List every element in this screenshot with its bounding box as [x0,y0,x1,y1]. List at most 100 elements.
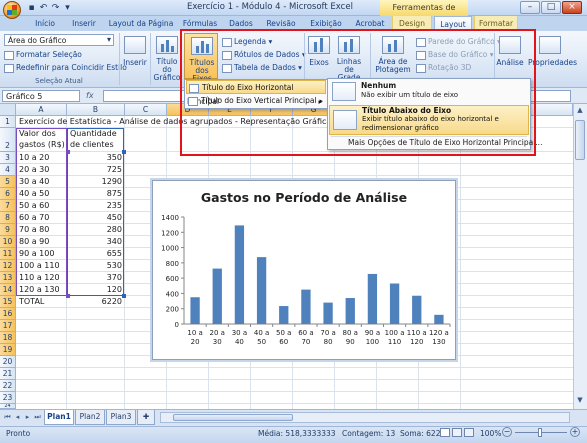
row-header[interactable]: 2 [0,128,16,152]
row-header[interactable]: 15 [0,296,16,308]
total-label[interactable]: TOTAL [19,296,44,308]
prev-sheet-icon[interactable]: ◂ [13,412,22,422]
zoom-slider-thumb[interactable] [538,428,542,437]
row-header[interactable]: 11 [0,248,16,260]
row-header[interactable]: 1 [0,116,16,128]
row-header[interactable]: 14 [0,284,16,296]
row-header[interactable]: 12 [0,260,16,272]
row-header[interactable]: 7 [0,200,16,212]
analysis-button[interactable]: Análise [496,34,524,78]
tab-revisao[interactable]: Revisão [262,16,300,31]
tab-exibicao[interactable]: Exibição [305,16,347,31]
office-button[interactable] [3,1,21,19]
maximize-button[interactable]: □ [541,1,561,14]
horizontal-scrollbar[interactable] [160,412,570,423]
column-header-a[interactable]: A [16,104,67,116]
row-header[interactable]: 21 [0,368,16,380]
normal-view-icon[interactable] [440,428,450,437]
axes-button[interactable]: Eixos [307,34,331,78]
chart-wall-button[interactable]: Parede do Gráfico ▾ [416,37,501,47]
last-sheet-icon[interactable]: ⏭ [33,412,42,422]
row-header[interactable]: 4 [0,164,16,176]
tab-layout-pagina[interactable]: Layout da Página [108,16,174,31]
range-handle[interactable] [122,294,126,298]
zoom-in-icon[interactable]: + [570,427,580,437]
range-handle[interactable] [122,150,126,154]
scroll-down-icon[interactable]: ▼ [575,396,585,406]
format-selection-button[interactable]: Formatar Seleção [4,50,82,60]
scroll-thumb[interactable] [575,120,585,160]
sheet-tab-plan1[interactable]: Plan1 [44,410,74,425]
undo-icon[interactable]: ↶ [38,3,49,13]
customize-qat-icon[interactable]: ▾ [62,3,73,13]
horizontal-scroll-thumb[interactable] [173,414,293,421]
plot-area-button[interactable]: Área de Plotagem [373,34,413,78]
row-header[interactable]: 16 [0,308,16,320]
chart-plot[interactable]: 0 200 400 600 800 1000 1200 1400 10 a20 20 a30 30 … [152,180,456,360]
option-title-below-axis[interactable]: Título Abaixo do Eixo Exibir título abai… [329,105,529,135]
next-sheet-icon[interactable]: ▸ [23,412,32,422]
total-value[interactable]: 6220 [67,296,122,308]
tab-design[interactable]: Design [392,16,432,31]
fx-icon[interactable]: fx [86,90,100,102]
legend-button[interactable]: Legenda ▾ [222,37,272,47]
tab-formulas[interactable]: Fórmulas [180,16,220,31]
row-header[interactable]: 18 [0,332,16,344]
row-header[interactable]: 23 [0,392,16,404]
chart-floor-button[interactable]: Base do Gráfico ▾ [416,50,493,60]
properties-button[interactable]: Propriedades [528,34,577,78]
name-box[interactable]: Gráfico 5 [2,90,80,102]
first-sheet-icon[interactable]: ⏮ [3,412,12,422]
close-button[interactable]: × [562,1,582,14]
more-axis-title-options[interactable]: Mais Opções de Título de Eixo Horizontal… [348,138,542,147]
row-header[interactable]: 6 [0,188,16,200]
row-header[interactable]: 13 [0,272,16,284]
row-header[interactable]: 5 [0,176,16,188]
tab-formatar[interactable]: Formatar [474,16,518,31]
range-handle[interactable] [66,294,70,298]
redo-icon[interactable]: ↷ [50,3,61,13]
cell-a1-title[interactable]: Exercício de Estatística - Análise de da… [19,116,331,128]
insert-sheet-icon[interactable]: ✚ [137,410,155,425]
tab-inserir[interactable]: Inserir [66,16,102,31]
page-break-view-icon[interactable] [464,428,474,437]
row-header[interactable]: 19 [0,344,16,356]
data-labels-button[interactable]: Rótulos de Dados ▾ [222,50,306,60]
data-table-button[interactable]: Tabela de Dados ▾ [222,63,302,73]
menu-item-horizontal-axis-title[interactable]: Título do Eixo Horizontal Principal ▸ [186,80,326,106]
row-header[interactable]: 17 [0,320,16,332]
column-header-c[interactable]: C [125,104,167,116]
tab-dados[interactable]: Dados [225,16,257,31]
row-header[interactable]: 10 [0,236,16,248]
row-header[interactable]: 9 [0,224,16,236]
row-header[interactable]: 20 [0,356,16,368]
scroll-up-icon[interactable]: ▲ [575,106,585,116]
sheet-tab-plan3[interactable]: Plan3 [106,410,136,425]
gridlines-button[interactable]: Linhas de Grade [332,34,366,82]
option-none[interactable]: Nenhum Não exibir um título de eixo [329,80,529,104]
reset-style-button[interactable]: Redefinir para Coincidir Estilo [4,63,127,73]
tab-inicio[interactable]: Início [30,16,60,31]
row-header[interactable]: 8 [0,212,16,224]
menu-item-vertical-axis-title[interactable]: Título do Eixo Vertical Principal ▸ [186,94,326,108]
row-header[interactable]: 3 [0,152,16,164]
sheet-tab-plan2[interactable]: Plan2 [75,410,105,425]
row-header[interactable]: 22 [0,380,16,392]
insert-button[interactable]: Inserir [122,34,148,78]
tab-acrobat[interactable]: Acrobat [352,16,388,31]
minimize-button[interactable]: – [520,1,540,14]
tab-layout[interactable]: Layout [434,16,472,32]
axis-titles-button[interactable]: Títulos dos Eixos [184,33,218,83]
page-layout-view-icon[interactable] [452,428,462,437]
rotation-3d-button[interactable]: Rotação 3D [416,63,471,73]
y-tick-label: 800 [166,260,179,268]
save-icon[interactable]: ▪ [26,3,37,13]
chart-title-button[interactable]: Título do Gráfico [151,34,183,82]
select-all-corner[interactable] [0,104,16,116]
range-handle[interactable] [66,150,70,154]
zoom-level[interactable]: 100% [480,429,501,438]
column-header-b[interactable]: B [67,104,125,116]
zoom-out-icon[interactable]: − [502,427,512,437]
grid-line [460,116,461,409]
chart-element-dropdown[interactable]: Área do Gráfico ▾ [4,34,114,46]
